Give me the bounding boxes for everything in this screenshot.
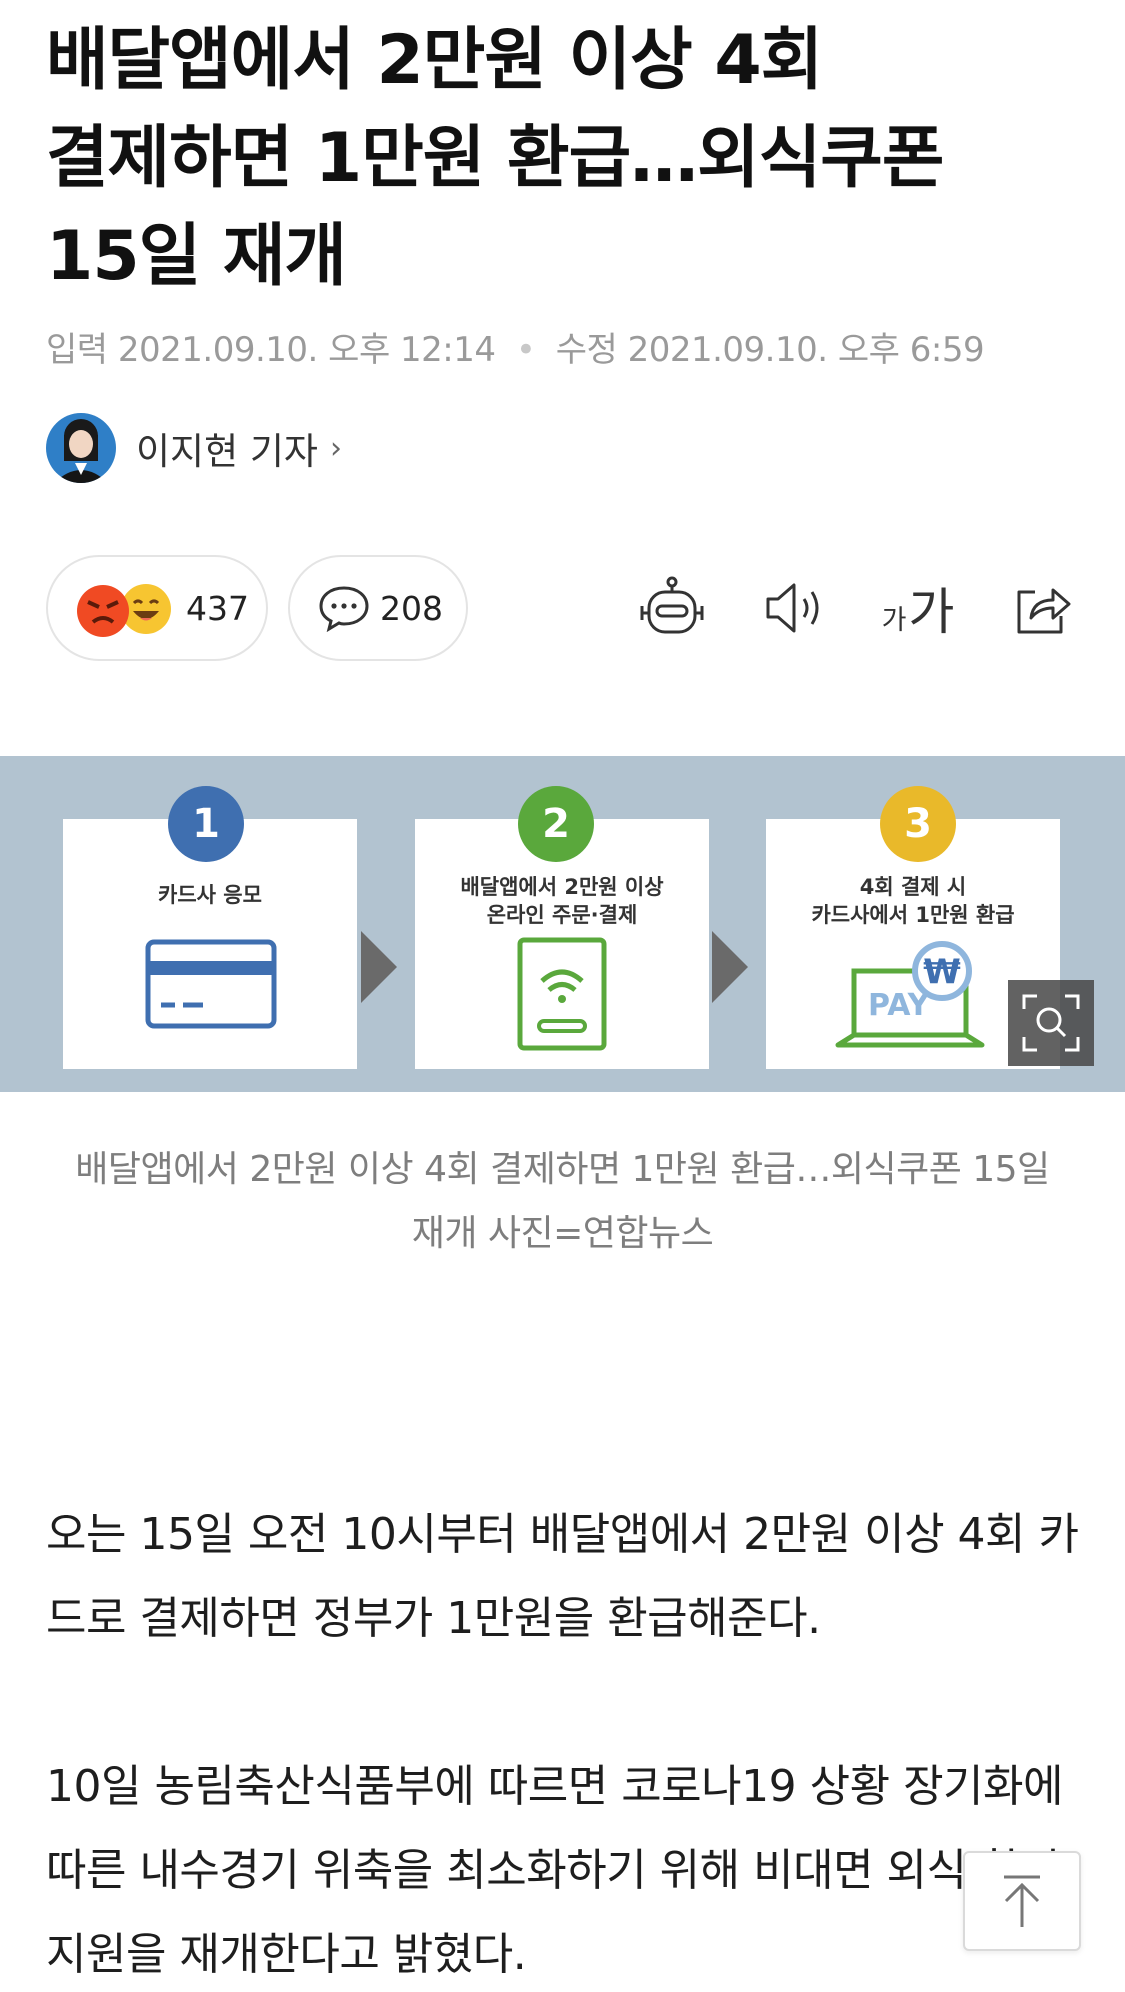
font-size-icon: 가가 (882, 572, 955, 644)
chevron-right-icon: › (329, 430, 342, 466)
share-icon (1017, 588, 1071, 634)
speaker-icon (766, 583, 819, 633)
author-avatar (46, 413, 116, 483)
image-caption: 배달앱에서 2만원 이상 4회 결제하면 1만원 환급…외식쿠폰 15일 재개 … (75, 1149, 1050, 1254)
modified-time: 2021.09.10. 오후 6:59 (627, 330, 985, 370)
font-small-label: 가 (881, 605, 907, 636)
share-button[interactable] (1003, 568, 1083, 648)
comments-count: 208 (380, 588, 443, 628)
author-name: 이지현 기자 (136, 430, 318, 473)
won-symbol: ₩ (923, 952, 961, 992)
payment-terminal-icon (517, 937, 607, 1051)
angry-emoji-icon (77, 585, 129, 637)
robot-icon (640, 576, 704, 634)
arrow-right-icon (712, 931, 748, 1003)
step-1-text: 카드사 응모 (158, 883, 262, 907)
font-large-label: 가 (908, 583, 955, 641)
date-separator: • (515, 330, 536, 370)
step-3-text: 4회 결제 시 카드사에서 1만원 환급 (811, 875, 1015, 927)
summary-bot-button[interactable] (632, 568, 712, 648)
step-badge-2: 2 (518, 786, 594, 862)
arrow-up-icon (1004, 1875, 1040, 1927)
comment-icon (319, 586, 369, 632)
reactions-count: 437 (186, 588, 249, 628)
laptop-pay-icon: ₩ PAY (835, 941, 985, 1048)
scroll-to-top-button[interactable] (963, 1851, 1081, 1951)
article-headline: 배달앱에서 2만원 이상 4회 결제하면 1만원 환급…외식쿠폰 15일 재개 (46, 21, 944, 296)
step-badge-1: 1 (168, 786, 244, 862)
reaction-emojis (76, 580, 176, 637)
step-2-text: 배달앱에서 2만원 이상 온라인 주문·결제 (460, 875, 664, 927)
pay-label: PAY (868, 988, 931, 1023)
text-to-speech-button[interactable] (755, 568, 835, 648)
image-zoom-button[interactable] (1008, 980, 1094, 1066)
body-paragraph-1: 오는 15일 오전 10시부터 배달앱에서 2만원 이상 4회 카드로 결제하면… (46, 1509, 1079, 1644)
article-infographic[interactable]: 카드사 응모 1 배달앱에서 2만원 이상 온라인 주문·결제 2 4회 결제 시… (0, 756, 1125, 1092)
input-time: 2021.09.10. 오후 12:14 (117, 330, 496, 370)
input-label: 입력 (46, 330, 108, 370)
comments-button[interactable]: 208 (288, 555, 468, 661)
article-dates: 입력 2021.09.10. 오후 12:14 • 수정 2021.09.10.… (46, 322, 985, 371)
step-badge-3: 3 (880, 786, 956, 862)
credit-card-icon (145, 939, 277, 1029)
font-size-button[interactable]: 가가 (878, 568, 958, 648)
arrow-right-icon (361, 931, 397, 1003)
body-paragraph-2: 10일 농림축산식품부에 따르면 코로나19 상황 장기화에 따른 내수경기 위… (46, 1761, 1064, 1980)
zoom-icon (1022, 994, 1080, 1052)
modified-label: 수정 (555, 330, 618, 370)
reactions-button[interactable]: 437 (46, 555, 268, 661)
author-link[interactable]: 이지현 기자 › (46, 412, 342, 484)
